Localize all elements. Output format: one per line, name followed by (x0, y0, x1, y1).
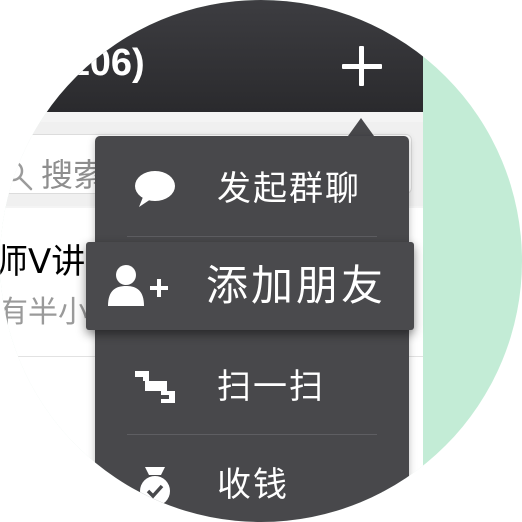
popup-arrow (348, 118, 374, 136)
menu-item-group-chat[interactable]: 发起群聊 (95, 140, 409, 238)
menu-item-label: 扫一扫 (217, 367, 325, 407)
page-title: (106) (56, 42, 145, 84)
menu-item-scan[interactable]: 扫一扫 (95, 338, 409, 436)
chat-bubble-icon (135, 171, 175, 207)
menu-item-add-friend[interactable]: 添加朋友 (86, 242, 414, 330)
menu-separator (127, 236, 377, 237)
menu-item-receive-money[interactable]: 收钱 (95, 436, 409, 522)
magnified-view: (106) 搜索 师V讲堂 有半小 发起群聊 扫一扫 收钱 添加朋友 (0, 0, 522, 522)
title-bar: (106) (0, 0, 423, 112)
menu-separator (127, 434, 377, 435)
menu-item-label: 收钱 (217, 465, 289, 505)
menu-item-label: 添加朋友 (206, 261, 387, 310)
scan-icon (135, 371, 175, 403)
search-icon (2, 160, 33, 191)
add-friend-icon (108, 265, 168, 306)
money-bag-icon (140, 467, 170, 506)
chat-snippet: 有半小 (0, 295, 88, 330)
add-button[interactable] (336, 40, 388, 92)
menu-item-label: 发起群聊 (217, 169, 361, 209)
